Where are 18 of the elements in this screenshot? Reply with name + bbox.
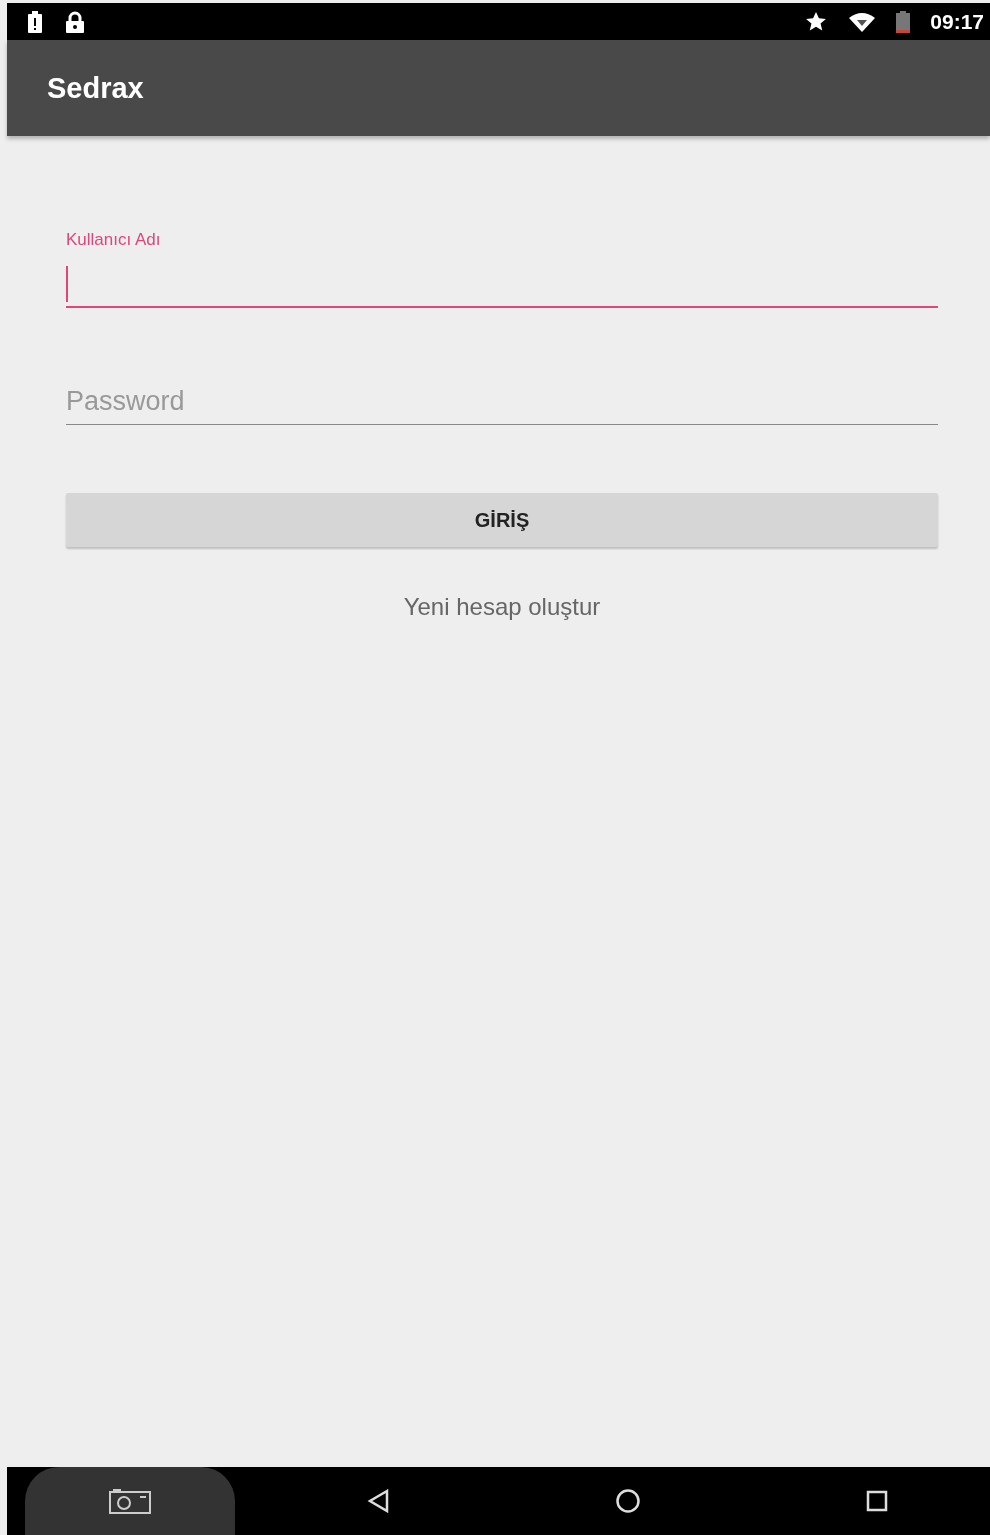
login-button[interactable]: GİRİŞ <box>66 493 938 547</box>
placeholder-text[interactable]: Password <box>66 385 938 417</box>
home-icon[interactable] <box>615 1488 641 1514</box>
field-label: Kullanıcı Adı <box>66 230 162 250</box>
text-field[interactable]: Kullanıcı Adı <box>66 230 938 308</box>
lock-icon <box>65 10 85 33</box>
recents-icon[interactable] <box>866 1490 888 1512</box>
back-icon[interactable] <box>367 1489 391 1513</box>
text-field[interactable]: Password <box>66 378 938 425</box>
camera-icon <box>109 1488 151 1514</box>
create-account-link[interactable]: Yeni hesap oluştur <box>403 593 601 621</box>
clock-time: 09:17 <box>930 9 984 34</box>
wifi-icon <box>848 11 877 32</box>
screenshot-button[interactable] <box>25 1467 235 1535</box>
text-cursor <box>66 266 68 302</box>
battery-icon <box>896 10 911 33</box>
battery-alert-icon <box>27 10 43 33</box>
app-title: Sedrax <box>47 71 144 105</box>
